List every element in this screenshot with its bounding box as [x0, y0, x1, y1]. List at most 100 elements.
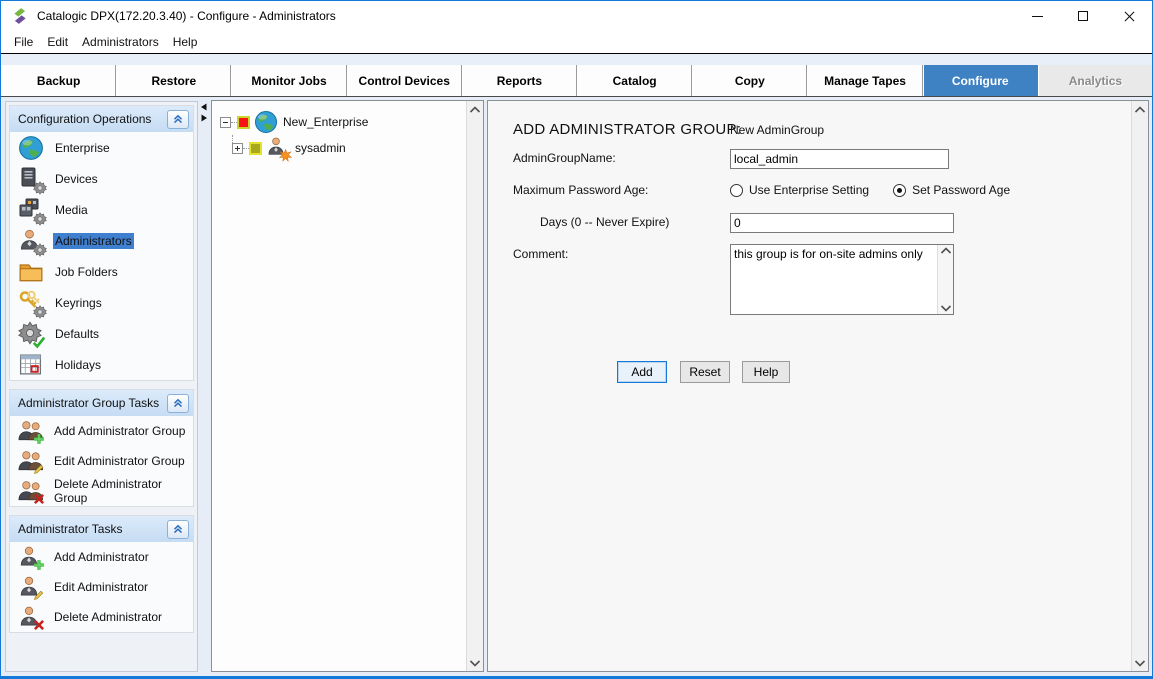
admin-group-name-input[interactable]	[730, 149, 949, 169]
sidebar: Configuration Operations Enterprise Devi…	[5, 101, 198, 672]
add-button[interactable]: Add	[617, 361, 667, 383]
sidebar-item-edit-administrator-group[interactable]: Edit Administrator Group	[10, 446, 193, 476]
sidebar-item-enterprise[interactable]: Enterprise	[10, 132, 193, 163]
add-admin-group-panel: ADD ADMINISTRATOR GROUP: New AdminGroup …	[487, 100, 1149, 672]
scroll-up-icon[interactable]	[940, 247, 952, 255]
tab-backup[interactable]: Backup	[1, 65, 116, 96]
catalogic-logo-icon	[11, 7, 29, 25]
tab-copy[interactable]: Copy	[692, 65, 807, 96]
admin-delete-icon	[18, 605, 43, 629]
tab-configure[interactable]: Configure	[923, 65, 1038, 96]
expand-node-icon[interactable]	[232, 143, 243, 154]
collapse-node-icon[interactable]	[220, 117, 231, 128]
section-title: Administrator Group Tasks	[18, 396, 159, 410]
sidebar-item-job-folders[interactable]: Job Folders	[10, 256, 193, 287]
sidebar-item-keyrings[interactable]: Keyrings	[10, 287, 193, 318]
menu-help[interactable]: Help	[166, 33, 205, 51]
menu-administrators[interactable]: Administrators	[75, 33, 166, 51]
red-status-marker	[237, 116, 250, 129]
reset-button[interactable]: Reset	[680, 361, 730, 383]
sidebar-item-label: Delete Administrator Group	[52, 476, 193, 506]
section-header: Administrator Group Tasks	[10, 390, 193, 416]
scroll-up-icon[interactable]	[1132, 101, 1148, 118]
section-administrator-group-tasks: Administrator Group Tasks Add Administra…	[9, 389, 194, 507]
tree-node-sysadmin[interactable]: sysadmin	[220, 135, 483, 161]
use-enterprise-setting-radio[interactable]	[730, 184, 743, 197]
admin-gear-icon	[18, 228, 44, 254]
close-button[interactable]	[1106, 1, 1152, 31]
add-admin-group-form: ADD ADMINISTRATOR GROUP: New AdminGroup …	[488, 101, 1148, 671]
globe-icon	[18, 135, 44, 161]
section-configuration-operations: Configuration Operations Enterprise Devi…	[9, 105, 194, 381]
tab-restore[interactable]: Restore	[116, 65, 231, 96]
gear-check-icon	[18, 321, 44, 347]
sidebar-item-add-administrator-group[interactable]: Add Administrator Group	[10, 416, 193, 446]
scroll-down-icon[interactable]	[1132, 654, 1148, 671]
sidebar-item-devices[interactable]: Devices	[10, 163, 193, 194]
collapse-section-button[interactable]	[167, 520, 189, 539]
admin-edit-icon	[18, 575, 43, 599]
sidebar-item-defaults[interactable]: Defaults	[10, 318, 193, 349]
calendar-icon	[18, 352, 44, 378]
days-label: Days (0 -- Never Expire)	[540, 215, 669, 229]
sidebar-item-holidays[interactable]: Holidays	[10, 349, 193, 380]
sidebar-item-edit-administrator[interactable]: Edit Administrator	[10, 572, 193, 602]
tree-node-label: sysadmin	[295, 141, 346, 155]
panel-splitter[interactable]	[199, 101, 210, 672]
collapse-section-button[interactable]	[167, 394, 189, 413]
menu-file[interactable]: File	[7, 33, 40, 51]
collapse-section-button[interactable]	[167, 110, 189, 129]
sidebar-item-label: Defaults	[53, 326, 101, 342]
tab-monitor-jobs[interactable]: Monitor Jobs	[231, 65, 346, 96]
chevron-double-up-icon	[172, 397, 184, 409]
section-administrator-tasks: Administrator Tasks Add Administrator Ed…	[9, 515, 194, 633]
tab-reports[interactable]: Reports	[462, 65, 577, 96]
tree-node-label: New_Enterprise	[283, 115, 368, 129]
section-title: Configuration Operations	[18, 112, 151, 126]
comment-scrollbar[interactable]	[937, 245, 953, 314]
days-input[interactable]	[730, 213, 954, 233]
maximize-button[interactable]	[1060, 1, 1106, 31]
tab-catalog[interactable]: Catalog	[577, 65, 692, 96]
sidebar-item-add-administrator[interactable]: Add Administrator	[10, 542, 193, 572]
sidebar-item-label: Edit Administrator Group	[52, 453, 187, 469]
sidebar-item-delete-administrator[interactable]: Delete Administrator	[10, 602, 193, 632]
tab-manage-tapes[interactable]: Manage Tapes	[807, 65, 922, 96]
sidebar-item-label: Delete Administrator	[52, 609, 164, 625]
set-password-age-radio[interactable]	[893, 184, 906, 197]
tab-control-devices[interactable]: Control Devices	[347, 65, 462, 96]
device-gear-icon	[18, 166, 44, 192]
sidebar-item-delete-administrator-group[interactable]: Delete Administrator Group	[10, 476, 193, 506]
sidebar-item-label: Devices	[53, 171, 100, 187]
expand-right-icon[interactable]	[200, 114, 208, 122]
section-header: Configuration Operations	[10, 106, 193, 132]
comment-textarea[interactable]	[731, 245, 937, 314]
tab-analytics[interactable]: Analytics	[1038, 65, 1152, 96]
set-password-age-label[interactable]: Set Password Age	[912, 183, 1010, 197]
admin-group-name-label: AdminGroupName:	[513, 151, 616, 165]
scroll-up-icon[interactable]	[467, 101, 483, 118]
olive-status-marker	[249, 142, 262, 155]
help-button[interactable]: Help	[742, 361, 790, 383]
scroll-down-icon[interactable]	[940, 304, 952, 312]
section-header: Administrator Tasks	[10, 516, 193, 542]
toolbar-gap	[1, 54, 1152, 65]
enterprise-tree-panel: New_Enterprise sysadmin	[211, 100, 484, 672]
sidebar-item-media[interactable]: Media	[10, 194, 193, 225]
sidebar-item-label: Keyrings	[53, 295, 104, 311]
collapse-left-icon[interactable]	[200, 103, 208, 111]
menu-edit[interactable]: Edit	[40, 33, 75, 51]
scroll-down-icon[interactable]	[467, 654, 483, 671]
tree-node-new-enterprise[interactable]: New_Enterprise	[220, 109, 483, 135]
app-window: Catalogic DPX(172.20.3.40) - Configure -…	[0, 0, 1153, 679]
admin-add-icon	[18, 545, 43, 569]
max-password-age-label: Maximum Password Age:	[513, 183, 648, 197]
minimize-button[interactable]	[1014, 1, 1060, 31]
form-scrollbar[interactable]	[1131, 101, 1148, 671]
use-enterprise-setting-label[interactable]: Use Enterprise Setting	[749, 183, 869, 197]
sidebar-item-administrators[interactable]: Administrators	[10, 225, 193, 256]
sidebar-item-label: Job Folders	[53, 264, 120, 280]
sidebar-item-label: Edit Administrator	[52, 579, 150, 595]
form-heading-value: New AdminGroup	[730, 123, 824, 137]
tree-scrollbar[interactable]	[466, 101, 483, 671]
